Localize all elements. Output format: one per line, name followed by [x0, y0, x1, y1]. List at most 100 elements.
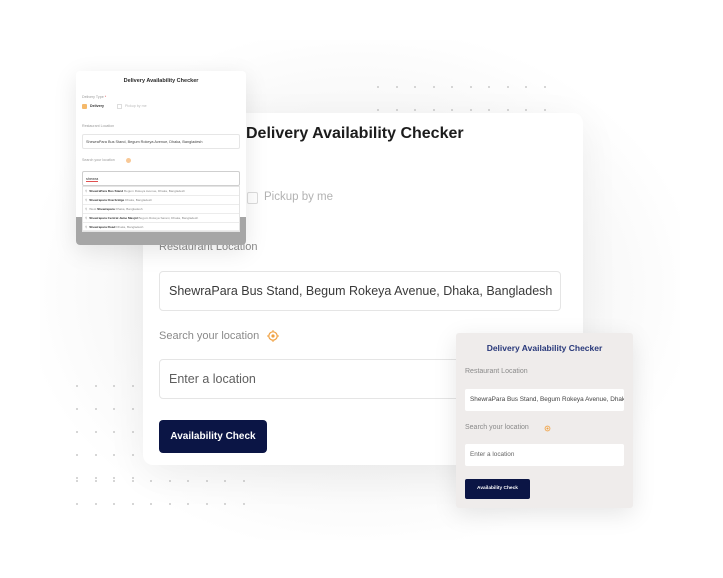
dot [506, 86, 509, 88]
locate-target-icon[interactable] [267, 330, 279, 342]
dot [432, 109, 435, 111]
dot [414, 109, 416, 111]
locate-target-icon[interactable] [126, 158, 131, 163]
dot [469, 86, 472, 88]
suggestion-detail: Begum Rokeya Sarani, Dhaka, Bangladesh [138, 215, 199, 220]
restaurant-location-label: Restaurant Location [82, 124, 115, 128]
dot [113, 385, 115, 387]
restaurant-location-input[interactable]: ShewraPara Bus Stand, Begum Rokeya Avenu… [465, 389, 624, 411]
dot [525, 109, 527, 111]
dot [506, 109, 509, 111]
suggestion-item[interactable]: ⚲ ShewraPara Bus Stand Begum Rokeya Avenu… [83, 187, 239, 196]
search-location-input[interactable]: shewra [82, 171, 240, 186]
search-location-input[interactable]: Enter a location [465, 444, 624, 466]
dot [131, 503, 134, 505]
dot [224, 503, 226, 505]
compact-card-title: Delivery Availability Checker [486, 343, 603, 353]
map-pin-icon: ⚲ [85, 189, 88, 193]
dot [187, 503, 189, 505]
dot [131, 454, 134, 456]
dot [488, 86, 490, 88]
dot [224, 480, 226, 482]
dot [187, 480, 189, 482]
dot [168, 503, 171, 505]
restaurant-location-label: Restaurant Location [465, 368, 528, 375]
dot [377, 109, 379, 111]
dot [113, 454, 115, 456]
dot [94, 503, 97, 505]
pickup-checkbox[interactable] [247, 192, 258, 204]
preview-card-title: Delivery Availability Checker [123, 78, 199, 84]
availability-check-button[interactable]: Availability Check [465, 479, 530, 499]
dot [469, 109, 472, 111]
dot [131, 480, 134, 482]
suggestion-match: Shewrapara Central Jame Masjid [89, 215, 138, 220]
dot [76, 477, 78, 479]
dot [131, 477, 134, 479]
dot [94, 408, 97, 410]
suggestion-dropdown: ⚲ ShewraPara Bus Stand Begum Rokeya Avenu… [82, 186, 240, 233]
dot [76, 431, 78, 433]
availability-check-button[interactable]: Availability Check [159, 420, 267, 453]
dot [94, 480, 97, 482]
suggestion-prefix: West [89, 206, 98, 211]
dot [414, 86, 416, 88]
pickup-label: Pickup by me [264, 191, 334, 203]
dot [76, 408, 78, 410]
dot-pattern-bottom [76, 480, 245, 505]
suggestion-match: Shewrapara [97, 206, 115, 211]
dot [451, 86, 453, 88]
dot [113, 503, 115, 505]
dot [131, 431, 134, 433]
map-pin-icon: ⚲ [85, 206, 88, 211]
map-pin-icon: ⚲ [85, 224, 88, 229]
dot [543, 109, 546, 111]
search-location-label: Search your location [82, 158, 115, 162]
dot [76, 480, 78, 482]
dot [205, 480, 208, 482]
dot [205, 503, 208, 505]
dot [76, 503, 78, 505]
suggestion-match: ShewraPara Bus Stand [89, 189, 124, 193]
dot [525, 86, 527, 88]
dot [94, 454, 97, 456]
compact-checker-card: Delivery Availability Checker Restaurant… [456, 333, 633, 508]
dropdown-preview-card: Delivery Availability Checker Delivery T… [76, 71, 246, 245]
dot [76, 385, 78, 387]
dot [94, 385, 97, 387]
restaurant-location-input[interactable]: ShewraPara Bus Stand, Begum Rokeya Avenu… [82, 134, 240, 149]
dot [113, 408, 115, 410]
dot [488, 109, 490, 111]
dot [150, 480, 152, 482]
suggestion-item[interactable]: ⚲ Shewrapara Overbridge Dhaka, Bangladesh [83, 196, 239, 205]
locate-target-icon[interactable] [544, 425, 551, 432]
suggestion-detail: Dhaka, Bangladesh [115, 206, 143, 211]
dot [543, 86, 546, 88]
delivery-type-text: Delivery Type [82, 95, 104, 99]
restaurant-location-input[interactable]: ShewraPara Bus Stand, Begum Rokeya Avenu… [159, 271, 561, 311]
suggestion-match: Shewrapara Overbridge [89, 197, 125, 202]
dot [395, 86, 398, 88]
suggestion-detail: Begum Rokeya Avenue, Dhaka, Bangladesh [124, 189, 186, 193]
delivery-option-checkbox[interactable] [82, 104, 87, 109]
main-card-title: Delivery Availability Checker [246, 125, 464, 142]
required-mark: * [104, 95, 107, 99]
suggestion-item[interactable]: ⚲ Shewrapara Central Jame Masjid Begum Ro… [83, 214, 239, 223]
search-typed-text: shewra [86, 177, 99, 182]
dot [168, 480, 171, 482]
dot [150, 503, 152, 505]
dot [76, 454, 78, 456]
dot [94, 431, 97, 433]
suggestion-item[interactable]: ⚲ West Shewrapara Dhaka, Bangladesh [83, 205, 239, 214]
pickup-option-checkbox[interactable] [117, 104, 122, 109]
dot [94, 477, 97, 479]
suggestion-item[interactable]: ⚲ Shewrapara Road Dhaka, Bangladesh [83, 223, 239, 232]
dot [432, 86, 435, 88]
dot [131, 408, 134, 410]
map-pin-icon: ⚲ [85, 215, 88, 220]
dot [395, 109, 398, 111]
dot [451, 109, 453, 111]
delivery-option-label: Delivery [90, 104, 104, 108]
delivery-type-label: Delivery Type * [82, 95, 106, 99]
dot [131, 385, 134, 387]
